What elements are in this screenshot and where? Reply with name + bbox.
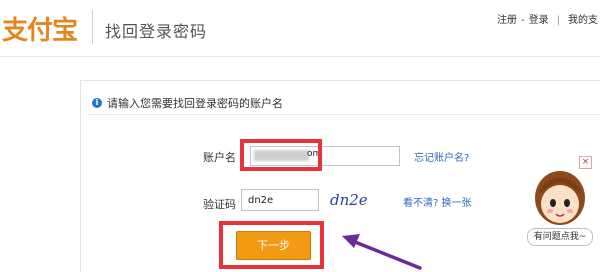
forgot-account-link[interactable]: 忘记账户名? — [414, 149, 469, 164]
captcha-image-text: dn2e — [330, 191, 368, 209]
instruction-row: i 请输入您需要找回登录密码的账户名 — [92, 95, 283, 111]
help-bubble[interactable]: 有问题点我~ — [527, 228, 593, 246]
header: 支付宝 找回登录密码 注册 - 登录 | 我的支 — [0, 0, 600, 56]
captcha-image[interactable]: dn2e — [328, 190, 384, 210]
refresh-captcha-link[interactable]: 看不清? 换一张 — [403, 194, 472, 209]
annotation-highlight-account — [240, 139, 322, 171]
page-title: 找回登录密码 — [105, 22, 208, 41]
link-separator: | — [556, 15, 560, 26]
instruction-text: 请输入您需要找回登录密码的账户名 — [107, 97, 283, 110]
link-dash: - — [521, 15, 525, 26]
header-divider — [0, 56, 600, 57]
alipay-logo[interactable]: 支付宝 — [2, 10, 78, 47]
account-label: 账户名 — [203, 151, 236, 164]
close-helper-button[interactable]: × — [579, 156, 592, 169]
my-alipay-link[interactable]: 我的支 — [568, 15, 598, 26]
captcha-label: 验证码 — [203, 198, 236, 211]
top-links: 注册 - 登录 | 我的支 — [495, 11, 600, 26]
login-link[interactable]: 登录 — [529, 15, 549, 26]
panel-divider — [88, 114, 600, 115]
next-step-button[interactable]: 下一步 — [236, 231, 311, 260]
info-icon: i — [92, 98, 102, 108]
annotation-arrow — [342, 234, 422, 270]
captcha-input[interactable]: dn2e — [241, 189, 319, 211]
register-link[interactable]: 注册 — [497, 15, 517, 26]
logo-divider — [92, 10, 93, 44]
